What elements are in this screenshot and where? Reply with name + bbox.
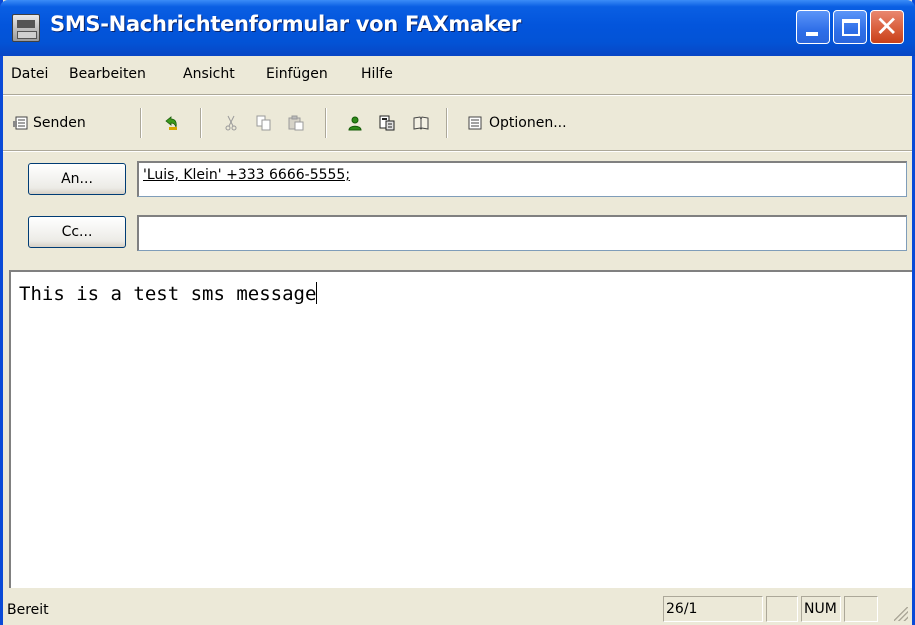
status-panel-empty-2 [844,596,878,622]
toolbar-separator [325,108,327,138]
title-bar[interactable]: SMS-Nachrichtenformular von FAXmaker ✕ [0,0,915,56]
close-icon: ✕ [875,10,899,43]
options-icon [467,115,483,131]
paste-button[interactable] [288,110,304,136]
status-panel-empty [766,596,798,622]
address-book-button[interactable] [347,110,363,136]
resize-grip[interactable] [894,607,908,621]
toolbar-separator [200,108,202,138]
cc-button[interactable]: Cc... [28,216,126,248]
send-button[interactable]: Senden [13,110,86,136]
check-names-icon [379,115,395,131]
minimize-button[interactable] [796,10,830,44]
undo-button[interactable] [163,110,179,136]
copy-button[interactable] [256,110,272,136]
options-label: Optionen... [489,115,567,131]
toolbar-divider [3,150,912,152]
fax-app-icon[interactable] [12,14,40,42]
paste-icon [288,115,304,131]
cc-field[interactable] [137,215,907,251]
text-caret [316,282,318,304]
status-position: 26/1 [663,596,763,622]
menu-divider [3,94,912,96]
address-book-icon [347,115,363,131]
undo-icon [163,115,179,131]
book-button[interactable] [413,110,429,136]
menu-hilfe[interactable]: Hilfe [361,66,393,82]
send-icon [13,115,29,131]
to-field[interactable]: 'Luis, Klein' +333 6666-5555; [137,161,907,197]
menu-einfuegen[interactable]: Einfügen [266,66,328,82]
menu-ansicht[interactable]: Ansicht [183,66,235,82]
cut-icon [223,115,239,131]
toolbar-separator [140,108,142,138]
copy-icon [256,115,272,131]
status-text: Bereit [7,602,49,618]
message-text: This is a test sms message [19,283,317,305]
menu-datei[interactable]: Datei [11,66,48,82]
close-button[interactable]: ✕ [870,10,904,44]
menu-bar: Datei Bearbeiten Ansicht Einfügen Hilfe [3,60,912,92]
options-button[interactable]: Optionen... [467,110,567,136]
maximize-button[interactable] [833,10,867,44]
window-title: SMS-Nachrichtenformular von FAXmaker [50,12,521,36]
to-recipient[interactable]: 'Luis, Klein' +333 6666-5555; [143,167,350,183]
message-body[interactable]: This is a test sms message [9,270,912,588]
app-window: SMS-Nachrichtenformular von FAXmaker ✕ D… [0,0,915,625]
menu-bearbeiten[interactable]: Bearbeiten [69,66,146,82]
send-label: Senden [33,115,86,131]
book-icon [413,115,429,131]
minimize-icon [806,32,818,36]
toolbar-separator [446,108,448,138]
cut-button[interactable] [223,110,239,136]
to-button[interactable]: An... [28,163,126,195]
message-text-container: This is a test sms message [19,282,318,305]
check-names-button[interactable] [379,110,395,136]
maximize-icon [842,19,860,36]
toolbar: Senden Optionen... [3,100,912,148]
status-bar: Bereit 26/1 NUM [3,592,912,625]
status-num: NUM [801,596,841,622]
